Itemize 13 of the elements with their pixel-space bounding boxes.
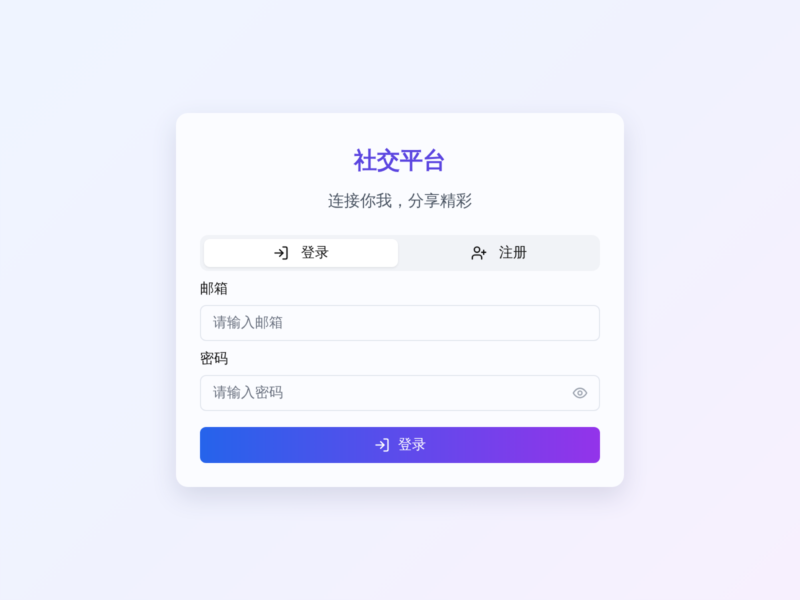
app-title: 社交平台 [352, 147, 447, 176]
tab[interactable]: 登录 [204, 239, 398, 267]
login-icon [374, 437, 390, 453]
tab[interactable]: 注册 [402, 239, 596, 267]
field-label: 密码 [200, 350, 228, 369]
show-password-icon[interactable] [572, 385, 588, 401]
login-button[interactable]: 登录 [200, 427, 600, 463]
user-plus-icon [471, 245, 487, 261]
login-icon [273, 245, 289, 261]
email-field[interactable]: 请输入邮箱 [200, 305, 600, 341]
app-subtitle: 连接你我，分享精彩 [327, 190, 473, 212]
field-label: 邮箱 [200, 280, 228, 299]
password-field[interactable]: 请输入密码 [200, 375, 600, 411]
